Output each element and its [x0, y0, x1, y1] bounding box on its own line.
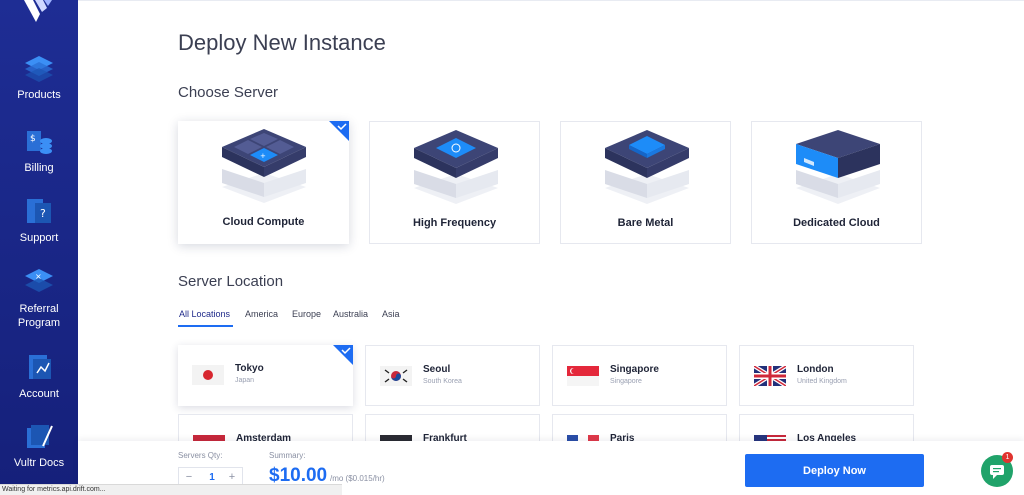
sidebar-item-label: Referral Program: [17, 303, 61, 329]
location-country: Singapore: [610, 378, 642, 385]
tab-asia[interactable]: Asia: [382, 309, 400, 319]
south-korea-flag-icon: [380, 366, 412, 386]
server-card-dedicated-cloud[interactable]: Dedicated Cloud: [751, 121, 922, 244]
high-frequency-icon: [414, 130, 498, 204]
sidebar-item-docs[interactable]: Vultr Docs: [0, 420, 78, 470]
server-card-cloud-compute[interactable]: + Cloud Compute: [178, 121, 349, 244]
location-city: Seoul: [423, 364, 451, 375]
quantity-value[interactable]: 1: [203, 472, 221, 483]
docs-icon: [27, 425, 53, 448]
tab-all-locations[interactable]: All Locations: [179, 309, 230, 319]
sidebar: Products $ Billing ? Support × Referral …: [0, 0, 78, 495]
singapore-flag-icon: [567, 366, 599, 386]
increment-button[interactable]: +: [225, 471, 239, 483]
sidebar-item-label: Products: [17, 89, 61, 101]
sidebar-item-label: Support: [19, 232, 59, 244]
tab-europe[interactable]: Europe: [292, 309, 321, 319]
vultr-logo-icon[interactable]: [24, 0, 52, 24]
server-card-label: Cloud Compute: [222, 216, 305, 228]
checkmark-icon: [329, 121, 349, 141]
location-city: London: [797, 364, 834, 375]
location-card-seoul[interactable]: Seoul South Korea: [365, 345, 540, 406]
uk-flag-icon: [754, 366, 786, 386]
dedicated-cloud-icon: [796, 130, 880, 204]
location-country: Japan: [235, 377, 255, 384]
location-country: United Kingdom: [797, 378, 847, 385]
browser-status-bar: Waiting for metrics.api.drift.com...: [0, 484, 342, 495]
location-city: Singapore: [610, 364, 659, 375]
summary-label: Summary:: [269, 451, 306, 460]
japan-flag-icon: [192, 365, 224, 385]
checkmark-icon: [333, 345, 353, 365]
page-title: Deploy New Instance: [178, 30, 386, 55]
sidebar-item-billing[interactable]: $ Billing: [0, 125, 78, 175]
location-country: South Korea: [423, 378, 462, 385]
sidebar-item-label: Account: [19, 388, 59, 400]
billing-icon: $: [27, 131, 52, 154]
referral-icon: ×: [25, 269, 53, 292]
server-card-label: Bare Metal: [617, 217, 674, 229]
location-city: Tokyo: [235, 363, 264, 374]
cloud-compute-icon: +: [222, 129, 306, 203]
account-icon: [29, 355, 51, 379]
notification-badge: 1: [1002, 452, 1013, 463]
server-card-high-frequency[interactable]: High Frequency: [369, 121, 540, 244]
server-card-label: Dedicated Cloud: [793, 217, 880, 229]
sidebar-item-label: Billing: [24, 162, 54, 174]
location-card-tokyo[interactable]: Tokyo Japan: [178, 345, 353, 406]
svg-text:$: $: [30, 134, 36, 144]
deploy-now-button[interactable]: Deploy Now: [745, 454, 924, 487]
sidebar-item-referral[interactable]: × Referral Program: [0, 266, 78, 330]
price-unit: /mo ($0.015/hr): [330, 474, 385, 483]
servers-qty-label: Servers Qty:: [178, 451, 223, 460]
svg-text:+: +: [260, 152, 266, 160]
server-location-heading: Server Location: [178, 273, 284, 290]
location-card-london[interactable]: London United Kingdom: [739, 345, 914, 406]
tab-america[interactable]: America: [245, 309, 278, 319]
server-card-label: High Frequency: [412, 217, 497, 229]
sidebar-item-products[interactable]: Products: [0, 52, 78, 102]
tab-australia[interactable]: Australia: [333, 309, 368, 319]
active-tab-underline: [178, 325, 233, 327]
products-icon: [25, 56, 53, 82]
decrement-button[interactable]: −: [182, 471, 196, 483]
svg-text:×: ×: [35, 272, 42, 281]
support-icon: ?: [27, 199, 51, 223]
sidebar-item-account[interactable]: Account: [0, 351, 78, 401]
choose-server-heading: Choose Server: [178, 84, 279, 101]
main-content: Deploy New Instance Choose Server + Clou…: [78, 0, 1024, 495]
sidebar-item-support[interactable]: ? Support: [0, 195, 78, 245]
location-card-singapore[interactable]: Singapore Singapore: [552, 345, 727, 406]
sidebar-item-label: Vultr Docs: [13, 457, 65, 469]
svg-text:?: ?: [40, 207, 46, 220]
server-card-bare-metal[interactable]: Bare Metal: [560, 121, 731, 244]
bare-metal-icon: [605, 130, 689, 204]
